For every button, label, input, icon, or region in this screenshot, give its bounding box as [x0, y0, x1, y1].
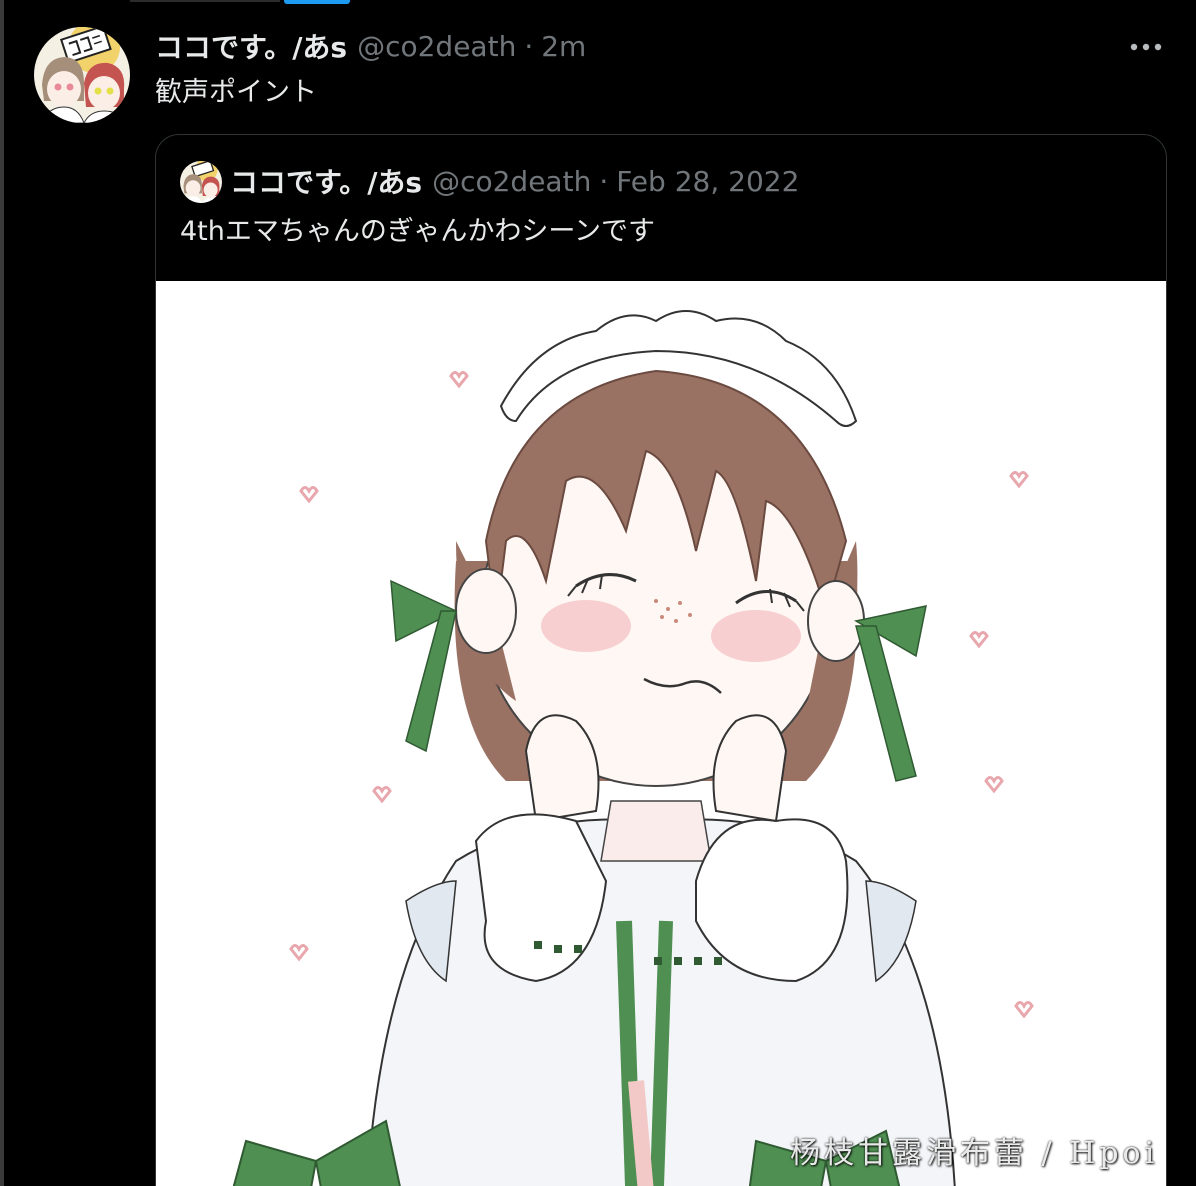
quoted-date: Feb 28, 2022: [616, 164, 800, 198]
maid-girl-illustration: [156, 281, 1166, 1186]
tweet-screen: ココです。/あs @co2death · 2m 歓声ポイント ココです。/あs …: [0, 0, 1196, 1186]
quoted-avatar-illustration: [180, 161, 222, 203]
display-name[interactable]: ココです。/あs: [155, 26, 347, 66]
more-horizontal-icon: [1130, 43, 1162, 51]
timestamp[interactable]: 2m: [541, 30, 586, 63]
more-options-button[interactable]: [1124, 30, 1168, 64]
top-divider: [130, 0, 280, 2]
quoted-tweet-header: ココです。/あs @co2death · Feb 28, 2022: [230, 161, 799, 201]
quoted-user-handle: @co2death: [432, 164, 592, 198]
avatar-illustration: [34, 27, 130, 123]
quoted-tweet-image[interactable]: [156, 281, 1166, 1186]
quoted-display-name: ココです。/あs: [230, 166, 423, 199]
tweet-header: ココです。/あs @co2death · 2m: [155, 26, 586, 66]
avatar[interactable]: [34, 27, 130, 123]
quoted-tweet-text: 4thエマちゃんのぎゃんかわシーンです: [180, 216, 655, 247]
user-handle[interactable]: @co2death: [357, 30, 516, 63]
quoted-avatar: [180, 161, 222, 203]
quoted-separator: ·: [599, 164, 609, 198]
watermark: 杨枝甘露滑布蕾 / Hpoi: [790, 1136, 1159, 1171]
left-rail-divider: [0, 0, 4, 1186]
top-tab-indicator: [284, 0, 350, 4]
separator: ·: [524, 29, 534, 63]
quoted-tweet-card[interactable]: ココです。/あs @co2death · Feb 28, 2022 4thエマち…: [155, 134, 1167, 1186]
tweet-text: 歓声ポイント: [155, 77, 317, 108]
